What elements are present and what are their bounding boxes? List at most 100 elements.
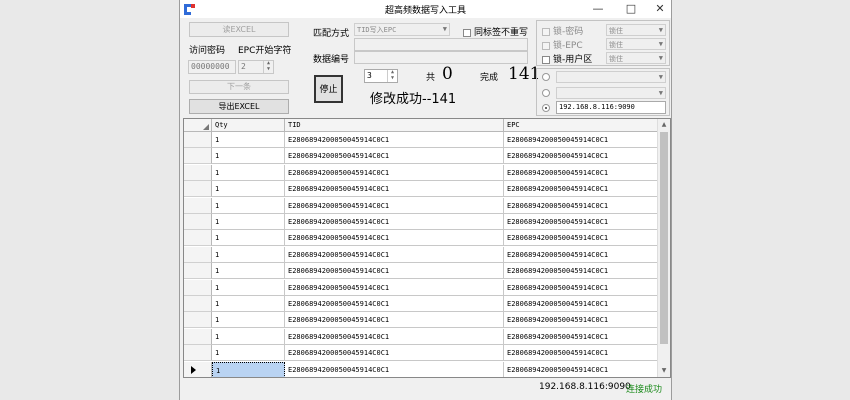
table-cell-tid[interactable]: E2806894200050045914C0C1 — [285, 328, 504, 345]
table-cell-epc[interactable]: E2806894200050045914C0C1 — [504, 296, 660, 312]
row-header[interactable] — [184, 296, 212, 312]
table-row[interactable]: 1 E2806894200050045914C0C1 E28068942000500… — [184, 246, 660, 263]
row-header[interactable] — [184, 164, 212, 181]
epc-start-stepper[interactable]: 2 ▲ ▼ — [238, 60, 274, 74]
count-stepper[interactable]: 3 ▲ ▼ — [364, 69, 398, 83]
table-cell-tid[interactable]: E2806894200050045914C0C1 — [285, 181, 504, 198]
row-header[interactable] — [184, 148, 212, 165]
table-cell-epc[interactable]: E2806894200050045914C0C1 — [504, 263, 660, 280]
table-cell-epc[interactable]: E2806894200050045914C0C1 — [504, 279, 660, 296]
table-cell-epc[interactable]: E2806894200050045914C0C1 — [504, 328, 660, 345]
table-cell-qty[interactable]: 1 — [212, 246, 285, 263]
table-cell-epc[interactable]: E2806894200050045914C0C1 — [504, 197, 660, 214]
table-row[interactable]: 1 E2806894200050045914C0C1 E28068942000500… — [184, 263, 660, 280]
lock-user-mode[interactable]: 锁住 ▼ — [606, 52, 666, 64]
table-cell-qty[interactable]: 1 — [212, 263, 285, 280]
read-excel-button[interactable]: 读EXCEL — [189, 22, 289, 37]
vertical-scrollbar[interactable]: ▲ ▼ — [657, 119, 670, 377]
table-cell-epc[interactable]: E2806894200050045914C0C1 — [504, 312, 660, 329]
row-header[interactable] — [184, 181, 212, 198]
table-cell-tid[interactable]: E2806894200050045914C0C1 — [285, 312, 504, 329]
table-row[interactable]: 1 E2806894200050045914C0C1 E28068942000500… — [184, 312, 660, 329]
table-row[interactable]: 1 E2806894200050045914C0C1 E28068942000500… — [184, 345, 660, 362]
table-cell-qty[interactable]: 1 — [212, 296, 285, 312]
table-cell-qty[interactable]: 1 — [212, 345, 285, 362]
table-cell-qty[interactable]: 1 — [212, 230, 285, 247]
table-row[interactable]: 1 E2806894200050045914C0C1 E28068942000500… — [184, 214, 660, 230]
access-password-input[interactable]: 00000000 — [188, 60, 236, 74]
data-number-input[interactable] — [354, 51, 528, 64]
row-header[interactable] — [184, 132, 212, 148]
row-header[interactable] — [184, 361, 212, 377]
table-cell-tid[interactable]: E2806894200050045914C0C1 — [285, 197, 504, 214]
table-row[interactable]: 1 E2806894200050045914C0C1 E28068942000500… — [184, 361, 660, 377]
table-cell-epc[interactable]: E2806894200050045914C0C1 — [504, 230, 660, 247]
table-row[interactable]: 1 E2806894200050045914C0C1 E28068942000500… — [184, 197, 660, 214]
serial-port-select[interactable]: ▼ — [556, 71, 666, 83]
table-row[interactable]: 1 E2806894200050045914C0C1 E28068942000500… — [184, 181, 660, 198]
close-button[interactable]: ✕ — [647, 1, 673, 17]
table-cell-epc[interactable]: E2806894200050045914C0C1 — [504, 164, 660, 181]
usb-radio[interactable] — [542, 89, 550, 97]
column-header-tid[interactable]: TID — [285, 119, 504, 132]
table-row[interactable]: 1 E2806894200050045914C0C1 E28068942000500… — [184, 164, 660, 181]
table-cell-epc[interactable]: E2806894200050045914C0C1 — [504, 181, 660, 198]
table-cell-tid[interactable]: E2806894200050045914C0C1 — [285, 230, 504, 247]
serial-radio[interactable] — [542, 73, 550, 81]
table-cell-qty[interactable]: 1 — [212, 279, 285, 296]
spin-down-icon[interactable]: ▼ — [264, 67, 273, 73]
ip-address-input[interactable]: 192.168.8.116:9090 — [556, 101, 666, 114]
table-cell-epc[interactable]: E2806894200050045914C0C1 — [504, 132, 660, 148]
table-cell-qty[interactable]: 1 — [212, 164, 285, 181]
table-cell-tid[interactable]: E2806894200050045914C0C1 — [285, 296, 504, 312]
unique-tag-checkbox[interactable]: 同标签不重写 — [463, 25, 528, 38]
stop-button[interactable]: 停止 — [314, 75, 343, 103]
table-cell-tid[interactable]: E2806894200050045914C0C1 — [285, 132, 504, 148]
table-cell-tid[interactable]: E2806894200050045914C0C1 — [285, 263, 504, 280]
row-header[interactable] — [184, 230, 212, 247]
row-header[interactable] — [184, 345, 212, 362]
table-cell-qty[interactable]: 1 — [212, 197, 285, 214]
checkbox-box[interactable] — [542, 41, 550, 50]
column-header-epc[interactable]: EPC — [504, 119, 660, 132]
scrollbar-thumb[interactable] — [660, 132, 668, 344]
table-cell-epc[interactable]: E2806894200050045914C0C1 — [504, 345, 660, 362]
spin-down-icon[interactable]: ▼ — [388, 76, 397, 82]
table-cell-qty[interactable]: 1 — [212, 312, 285, 329]
row-header[interactable] — [184, 312, 212, 329]
table-cell-tid[interactable]: E2806894200050045914C0C1 — [285, 148, 504, 165]
table-cell-tid[interactable]: E2806894200050045914C0C1 — [285, 164, 504, 181]
table-cell-epc[interactable]: E2806894200050045914C0C1 — [504, 214, 660, 230]
usb-device-select[interactable]: ▼ — [556, 87, 666, 99]
row-header[interactable] — [184, 328, 212, 345]
table-row[interactable]: 1 E2806894200050045914C0C1 E28068942000500… — [184, 132, 660, 148]
table-cell-epc[interactable]: E2806894200050045914C0C1 — [504, 361, 660, 377]
scroll-down-icon[interactable]: ▼ — [658, 365, 670, 377]
row-header[interactable] — [184, 279, 212, 296]
lock-epc-checkbox[interactable]: 锁-EPC — [542, 38, 583, 51]
column-header-qty[interactable]: Qty — [212, 119, 285, 132]
row-header[interactable] — [184, 263, 212, 280]
scroll-up-icon[interactable]: ▲ — [658, 119, 670, 131]
table-cell-qty[interactable]: 1 — [212, 214, 285, 230]
lock-password-checkbox[interactable]: 锁-密码 — [542, 24, 583, 37]
table-cell-tid[interactable]: E2806894200050045914C0C1 — [285, 345, 504, 362]
maximize-button[interactable]: □ — [618, 1, 644, 17]
table-cell-epc[interactable]: E2806894200050045914C0C1 — [504, 148, 660, 165]
lock-user-checkbox[interactable]: 锁-用户区 — [542, 52, 592, 65]
network-radio[interactable] — [542, 104, 550, 112]
table-cell-tid[interactable]: E2806894200050045914C0C1 — [285, 246, 504, 263]
match-mode-select[interactable]: TID写入EPC ▼ — [354, 23, 450, 36]
row-header[interactable] — [184, 246, 212, 263]
table-row[interactable]: 1 E2806894200050045914C0C1 E28068942000500… — [184, 279, 660, 296]
table-cell-qty[interactable]: 1 — [212, 328, 285, 345]
checkbox-box[interactable] — [542, 55, 550, 64]
lock-epc-mode[interactable]: 锁住 ▼ — [606, 38, 666, 50]
table-row[interactable]: 1 E2806894200050045914C0C1 E28068942000500… — [184, 296, 660, 312]
table-cell-qty[interactable]: 1 — [212, 181, 285, 198]
table-cell-tid[interactable]: E2806894200050045914C0C1 — [285, 214, 504, 230]
table-cell-qty[interactable]: 1 — [212, 132, 285, 148]
row-header[interactable] — [184, 214, 212, 230]
select-all-icon[interactable] — [203, 124, 209, 130]
table-cell-tid[interactable]: E2806894200050045914C0C1 — [285, 279, 504, 296]
